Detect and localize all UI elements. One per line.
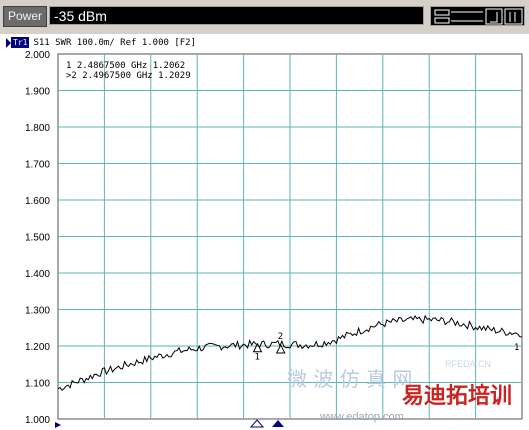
y-tick-label: 1.900 bbox=[25, 87, 50, 98]
power-toolbar: Power -35 dBm bbox=[0, 0, 529, 35]
y-tick-label: 1.700 bbox=[25, 160, 50, 171]
y-tick-label: 1.500 bbox=[25, 233, 50, 244]
y-tick-label: 1.000 bbox=[25, 415, 50, 426]
power-input[interactable]: -35 dBm bbox=[49, 6, 424, 25]
marker-2-triangle-icon bbox=[272, 420, 284, 427]
trace-header-text: S11 SWR 100.0m/ Ref 1.000 [F2] bbox=[33, 38, 197, 48]
watermark-line4: www.edatop.com bbox=[319, 411, 404, 423]
marker-row-2: >2 2.4967500 GHz 1.2029 bbox=[66, 71, 191, 81]
watermark: 微 波 仿 真 网 RFEDA.CN 易迪拓培训 www.edatop.com bbox=[287, 359, 512, 423]
power-controls-icon bbox=[434, 8, 523, 25]
trace-header[interactable]: Tr1 S11 SWR 100.0m/ Ref 1.000 [F2] bbox=[6, 37, 196, 48]
marker-1-triangle-icon bbox=[249, 419, 265, 428]
power-controls[interactable] bbox=[430, 6, 525, 26]
y-tick-label: 1.800 bbox=[25, 123, 50, 134]
y-tick-label: 1.600 bbox=[25, 196, 50, 207]
bottom-icons bbox=[55, 419, 284, 428]
watermark-line2: RFEDA.CN bbox=[445, 359, 491, 369]
watermark-line1: 微 波 仿 真 网 bbox=[287, 367, 412, 391]
chart-panel: 2.000 1.900 1.800 1.700 1.600 1.500 1.400 1.300… bbox=[0, 34, 529, 430]
y-tick-label: 1.400 bbox=[25, 269, 50, 280]
y-tick-label: 1.200 bbox=[25, 342, 50, 353]
swr-chart: 2.000 1.900 1.800 1.700 1.600 1.500 1.400 1.300… bbox=[25, 50, 523, 428]
marker-1-label: 1 bbox=[255, 353, 260, 363]
watermark-line3: 易迪拓培训 bbox=[402, 383, 512, 408]
ref-marker-label: 1 bbox=[514, 343, 519, 353]
y-axis-ticks: 2.000 1.900 1.800 1.700 1.600 1.500 1.400 1.300… bbox=[25, 50, 50, 426]
y-tick-label: 1.100 bbox=[25, 379, 50, 390]
power-label: Power bbox=[3, 6, 47, 27]
marker-row-1: 1 2.4867500 GHz 1.2062 bbox=[66, 61, 185, 71]
trace-badge: Tr1 bbox=[11, 37, 30, 48]
y-tick-label: 2.000 bbox=[25, 50, 50, 61]
marker-2-label: 2 bbox=[278, 332, 283, 342]
marker-table: 1 2.4867500 GHz 1.2062 >2 2.4967500 GHz … bbox=[66, 61, 191, 81]
y-tick-label: 1.300 bbox=[25, 306, 50, 317]
ref-line-icon bbox=[55, 422, 61, 428]
